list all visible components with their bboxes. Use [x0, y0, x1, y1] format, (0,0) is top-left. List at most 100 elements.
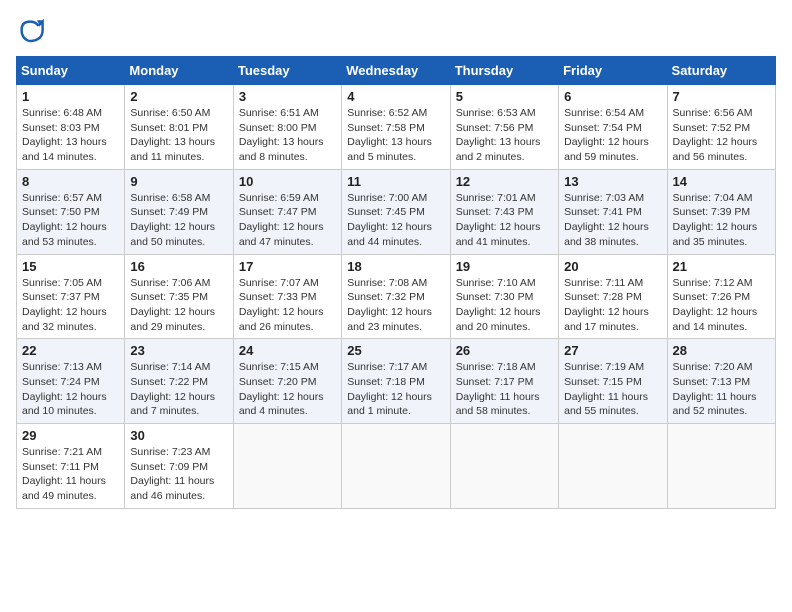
day-number: 19: [456, 259, 553, 274]
day-info: Sunrise: 7:08 AM Sunset: 7:32 PM Dayligh…: [347, 276, 444, 335]
day-cell-26: 26 Sunrise: 7:18 AM Sunset: 7:17 PM Dayli…: [450, 339, 558, 424]
day-number: 15: [22, 259, 119, 274]
day-cell-12: 12 Sunrise: 7:01 AM Sunset: 7:43 PM Dayli…: [450, 169, 558, 254]
day-info: Sunrise: 7:06 AM Sunset: 7:35 PM Dayligh…: [130, 276, 227, 335]
week-row-3: 15Sunrise: 7:05 AM Sunset: 7:37 PM Dayli…: [17, 254, 776, 339]
day-number: 8: [22, 174, 119, 189]
day-number: 26: [456, 343, 553, 358]
day-cell-29: 29 Sunrise: 7:21 AM Sunset: 7:11 PM Dayli…: [17, 424, 125, 509]
col-header-friday: Friday: [559, 57, 667, 85]
day-number: 23: [130, 343, 227, 358]
day-number: 1: [22, 89, 119, 104]
day-info: Sunrise: 7:11 AM Sunset: 7:28 PM Dayligh…: [564, 276, 661, 335]
day-number: 21: [673, 259, 770, 274]
empty-cell: [559, 424, 667, 509]
week-row-1: 1 Sunrise: 6:48 AM Sunset: 8:03 PM Daylig…: [17, 85, 776, 170]
day-info: Sunrise: 7:03 AM Sunset: 7:41 PM Dayligh…: [564, 191, 661, 250]
day-cell-16: 16 Sunrise: 7:06 AM Sunset: 7:35 PM Dayli…: [125, 254, 233, 339]
day-number: 29: [22, 428, 119, 443]
day-cell-5: 5 Sunrise: 6:53 AM Sunset: 7:56 PM Daylig…: [450, 85, 558, 170]
col-header-wednesday: Wednesday: [342, 57, 450, 85]
day-cell-22: 22Sunrise: 7:13 AM Sunset: 7:24 PM Dayli…: [17, 339, 125, 424]
day-info: Sunrise: 7:01 AM Sunset: 7:43 PM Dayligh…: [456, 191, 553, 250]
day-number: 7: [673, 89, 770, 104]
day-info: Sunrise: 7:07 AM Sunset: 7:33 PM Dayligh…: [239, 276, 336, 335]
col-header-thursday: Thursday: [450, 57, 558, 85]
day-info: Sunrise: 6:51 AM Sunset: 8:00 PM Dayligh…: [239, 106, 336, 165]
day-info: Sunrise: 6:48 AM Sunset: 8:03 PM Dayligh…: [22, 106, 119, 165]
day-info: Sunrise: 6:52 AM Sunset: 7:58 PM Dayligh…: [347, 106, 444, 165]
day-cell-18: 18 Sunrise: 7:08 AM Sunset: 7:32 PM Dayli…: [342, 254, 450, 339]
day-cell-27: 27 Sunrise: 7:19 AM Sunset: 7:15 PM Dayli…: [559, 339, 667, 424]
day-number: 12: [456, 174, 553, 189]
day-info: Sunrise: 6:57 AM Sunset: 7:50 PM Dayligh…: [22, 191, 119, 250]
week-row-4: 22Sunrise: 7:13 AM Sunset: 7:24 PM Dayli…: [17, 339, 776, 424]
day-info: Sunrise: 6:58 AM Sunset: 7:49 PM Dayligh…: [130, 191, 227, 250]
day-number: 3: [239, 89, 336, 104]
empty-cell: [667, 424, 775, 509]
day-info: Sunrise: 7:15 AM Sunset: 7:20 PM Dayligh…: [239, 360, 336, 419]
day-info: Sunrise: 7:14 AM Sunset: 7:22 PM Dayligh…: [130, 360, 227, 419]
logo: [16, 16, 48, 44]
day-cell-15: 15Sunrise: 7:05 AM Sunset: 7:37 PM Dayli…: [17, 254, 125, 339]
week-row-5: 29 Sunrise: 7:21 AM Sunset: 7:11 PM Dayli…: [17, 424, 776, 509]
day-info: Sunrise: 6:50 AM Sunset: 8:01 PM Dayligh…: [130, 106, 227, 165]
day-cell-9: 9 Sunrise: 6:58 AM Sunset: 7:49 PM Daylig…: [125, 169, 233, 254]
day-number: 13: [564, 174, 661, 189]
day-number: 17: [239, 259, 336, 274]
day-number: 18: [347, 259, 444, 274]
day-info: Sunrise: 7:18 AM Sunset: 7:17 PM Dayligh…: [456, 360, 553, 419]
day-cell-24: 24Sunrise: 7:15 AM Sunset: 7:20 PM Dayli…: [233, 339, 341, 424]
calendar-table: SundayMondayTuesdayWednesdayThursdayFrid…: [16, 56, 776, 509]
day-cell-25: 25 Sunrise: 7:17 AM Sunset: 7:18 PM Dayli…: [342, 339, 450, 424]
day-number: 5: [456, 89, 553, 104]
day-info: Sunrise: 7:19 AM Sunset: 7:15 PM Dayligh…: [564, 360, 661, 419]
day-info: Sunrise: 7:21 AM Sunset: 7:11 PM Dayligh…: [22, 445, 119, 504]
day-info: Sunrise: 7:10 AM Sunset: 7:30 PM Dayligh…: [456, 276, 553, 335]
day-cell-4: 4 Sunrise: 6:52 AM Sunset: 7:58 PM Daylig…: [342, 85, 450, 170]
day-number: 27: [564, 343, 661, 358]
col-header-sunday: Sunday: [17, 57, 125, 85]
day-number: 10: [239, 174, 336, 189]
col-header-tuesday: Tuesday: [233, 57, 341, 85]
col-header-monday: Monday: [125, 57, 233, 85]
day-cell-13: 13 Sunrise: 7:03 AM Sunset: 7:41 PM Dayli…: [559, 169, 667, 254]
day-number: 28: [673, 343, 770, 358]
day-cell-30: 30Sunrise: 7:23 AM Sunset: 7:09 PM Dayli…: [125, 424, 233, 509]
day-info: Sunrise: 6:53 AM Sunset: 7:56 PM Dayligh…: [456, 106, 553, 165]
day-info: Sunrise: 6:56 AM Sunset: 7:52 PM Dayligh…: [673, 106, 770, 165]
day-number: 9: [130, 174, 227, 189]
day-cell-14: 14Sunrise: 7:04 AM Sunset: 7:39 PM Dayli…: [667, 169, 775, 254]
empty-cell: [450, 424, 558, 509]
day-number: 6: [564, 89, 661, 104]
col-header-saturday: Saturday: [667, 57, 775, 85]
empty-cell: [233, 424, 341, 509]
week-row-2: 8 Sunrise: 6:57 AM Sunset: 7:50 PM Daylig…: [17, 169, 776, 254]
day-cell-7: 7 Sunrise: 6:56 AM Sunset: 7:52 PM Daylig…: [667, 85, 775, 170]
day-number: 25: [347, 343, 444, 358]
logo-icon: [16, 16, 44, 44]
day-info: Sunrise: 6:59 AM Sunset: 7:47 PM Dayligh…: [239, 191, 336, 250]
empty-cell: [342, 424, 450, 509]
day-cell-23: 23 Sunrise: 7:14 AM Sunset: 7:22 PM Dayli…: [125, 339, 233, 424]
day-info: Sunrise: 7:17 AM Sunset: 7:18 PM Dayligh…: [347, 360, 444, 419]
day-info: Sunrise: 7:00 AM Sunset: 7:45 PM Dayligh…: [347, 191, 444, 250]
day-number: 2: [130, 89, 227, 104]
day-cell-1: 1 Sunrise: 6:48 AM Sunset: 8:03 PM Daylig…: [17, 85, 125, 170]
day-number: 16: [130, 259, 227, 274]
day-number: 20: [564, 259, 661, 274]
day-cell-10: 10 Sunrise: 6:59 AM Sunset: 7:47 PM Dayli…: [233, 169, 341, 254]
day-number: 11: [347, 174, 444, 189]
day-info: Sunrise: 7:20 AM Sunset: 7:13 PM Dayligh…: [673, 360, 770, 419]
day-number: 4: [347, 89, 444, 104]
day-cell-21: 21 Sunrise: 7:12 AM Sunset: 7:26 PM Dayli…: [667, 254, 775, 339]
day-cell-28: 28 Sunrise: 7:20 AM Sunset: 7:13 PM Dayli…: [667, 339, 775, 424]
day-cell-17: 17 Sunrise: 7:07 AM Sunset: 7:33 PM Dayli…: [233, 254, 341, 339]
day-info: Sunrise: 6:54 AM Sunset: 7:54 PM Dayligh…: [564, 106, 661, 165]
day-info: Sunrise: 7:13 AM Sunset: 7:24 PM Dayligh…: [22, 360, 119, 419]
day-cell-3: 3 Sunrise: 6:51 AM Sunset: 8:00 PM Daylig…: [233, 85, 341, 170]
day-info: Sunrise: 7:12 AM Sunset: 7:26 PM Dayligh…: [673, 276, 770, 335]
page-header: [16, 16, 776, 44]
day-info: Sunrise: 7:04 AM Sunset: 7:39 PM Dayligh…: [673, 191, 770, 250]
day-cell-19: 19 Sunrise: 7:10 AM Sunset: 7:30 PM Dayli…: [450, 254, 558, 339]
